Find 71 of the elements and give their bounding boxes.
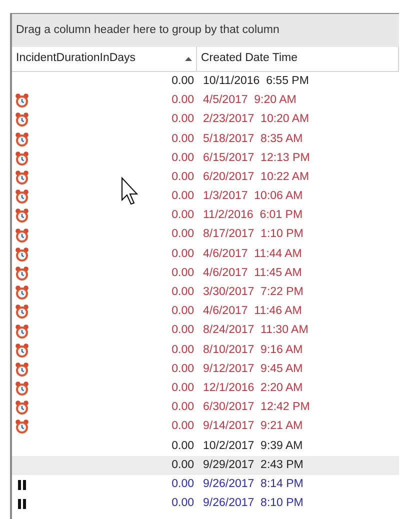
duration-cell-text: 0.00 [172,380,194,396]
duration-cell-text: 0.00 [172,285,194,300]
alarm-clock-icon [15,150,29,166]
duration-cell-text: 0.00 [172,112,194,128]
created-date-cell-text: 3/30/2017 7:22 PM [202,285,304,300]
alarm-clock-icon [15,246,29,262]
created-date-cell-text: 2/23/2017 10:20 AM [202,112,310,128]
duration-cell-text: 0.00 [172,170,194,185]
duration-cell-text: 0.00 [172,496,194,512]
alarm-clock-icon [15,362,29,377]
created-date-cell-text: 9/29/2017 2:43 PM [202,458,304,473]
alarm-clock-icon [15,189,29,204]
created-date-cell-text: 4/6/2017 11:44 AM [202,246,302,262]
alarm-clock-icon [15,132,29,147]
duration-cell-text: 0.00 [172,304,194,320]
alarm-clock-icon [15,112,29,128]
duration-cell-text: 0.00 [172,362,194,377]
mouse-pointer-icon [121,177,138,207]
pause-icon [18,498,26,509]
alarm-clock-icon [15,228,29,243]
alarm-clock-icon [15,285,29,300]
duration-cell-text: 0.00 [172,266,194,281]
alarm-clock-icon [15,266,29,281]
created-date-cell-text: 8/10/2017 9:16 AM [202,342,303,358]
alarm-clock-icon [15,381,29,396]
created-date-cell-text: 5/18/2017 8:35 AM [202,132,303,147]
created-date-cell-text: 11/2/2016 6:01 PM [202,208,303,224]
alarm-clock-icon [15,304,29,320]
alarm-clock-icon [15,342,29,358]
column-header[interactable]: IncidentDurationInDays [12,47,197,71]
created-date-cell-text: 10/2/2017 9:39 AM [202,438,303,454]
created-date-cell-text: 9/26/2017 8:10 PM [202,496,304,512]
created-date-cell-text: 6/15/2017 12:13 PM [202,150,310,166]
duration-cell-text: 0.00 [172,458,194,473]
group-panel-hint: Drag a column header here to group by that column [16,22,280,38]
alarm-clock-icon [15,419,29,434]
created-date-cell-text: 4/6/2017 11:46 AM [202,304,302,320]
created-date-cell-text: 9/26/2017 8:14 PM [202,476,304,492]
duration-cell-text: 0.00 [172,93,194,108]
duration-cell-text: 0.00 [172,323,194,338]
alarm-clock-icon [15,93,29,108]
created-date-cell-text: 6/20/2017 10:22 AM [202,170,310,185]
duration-cell-text: 0.00 [172,246,194,262]
duration-cell-text: 0.00 [172,342,194,358]
created-date-cell-text: 8/17/2017 1:10 PM [202,227,304,242]
created-date-cell-text: 12/1/2016 2:20 AM [202,380,303,396]
pause-icon [18,480,26,490]
duration-cell-text: 0.00 [172,150,194,166]
created-date-cell-text: 10/11/2016 6:55 PM [202,74,309,89]
alarm-clock-icon [15,170,29,186]
created-date-cell-text: 6/30/2017 12:42 PM [202,400,310,416]
created-date-cell-text: 9/12/2017 9:45 AM [202,362,303,377]
duration-cell-text: 0.00 [172,227,194,242]
table-row[interactable]: 0.00 9/29/2017 2:43 PM [12,456,399,475]
created-date-cell-text: 4/6/2017 11:45 AM [202,266,302,281]
alarm-clock-icon [15,324,29,339]
created-date-cell-text: 8/24/2017 11:30 AM [202,323,308,338]
duration-cell-text: 0.00 [172,438,194,454]
alarm-clock-icon [15,208,29,224]
column-header[interactable]: Created Date Time [197,47,399,71]
created-date-cell-text: 4/5/2017 9:20 AM [202,93,296,108]
duration-cell-text: 0.00 [172,476,194,492]
alarm-clock-icon [15,400,29,416]
duration-cell-text: 0.00 [172,132,194,147]
duration-cell-text: 0.00 [172,189,194,204]
created-date-cell-text: 1/3/2017 10:06 AM [202,189,303,204]
created-date-cell-text: 9/14/2017 9:21 AM [202,419,303,434]
duration-cell-text: 0.00 [172,400,194,416]
duration-cell-text: 0.00 [172,74,194,89]
duration-cell-text: 0.00 [172,419,194,434]
duration-cell-text: 0.00 [172,208,194,224]
